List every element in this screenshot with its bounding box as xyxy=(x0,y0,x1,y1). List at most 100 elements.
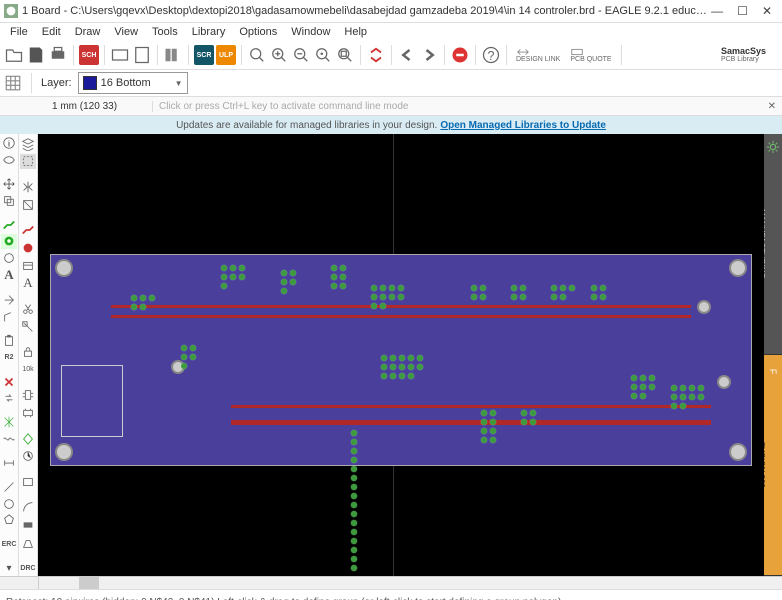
show-tool[interactable] xyxy=(1,153,17,168)
add-tool[interactable] xyxy=(20,388,36,404)
slice-tool[interactable] xyxy=(20,319,36,335)
miter-tool[interactable] xyxy=(1,309,17,324)
ulp-button[interactable]: ULP xyxy=(216,45,236,65)
zoom-fit-button[interactable] xyxy=(247,45,267,65)
hole-tool[interactable] xyxy=(1,251,17,266)
menu-draw[interactable]: Draw xyxy=(69,25,107,39)
erc-tool[interactable]: ERC xyxy=(1,537,17,552)
command-input[interactable]: Click or press Ctrl+L key to activate co… xyxy=(153,101,762,112)
sheet-button[interactable] xyxy=(132,45,152,65)
pcb-quote-button[interactable]: PCB QUOTE xyxy=(566,48,615,63)
circle-tool[interactable] xyxy=(1,497,17,512)
script-button[interactable]: SCR xyxy=(194,45,214,65)
pad xyxy=(351,484,357,490)
mirror-tool[interactable] xyxy=(20,179,36,195)
menu-file[interactable]: File xyxy=(4,25,34,39)
layer-select[interactable]: 16 Bottom ▼ xyxy=(78,72,188,94)
notice-text: Updates are available for managed librar… xyxy=(176,120,437,131)
delete-tool[interactable] xyxy=(1,374,17,389)
pad xyxy=(331,265,337,271)
drc-tool[interactable]: DRC xyxy=(20,560,36,576)
menu-options[interactable]: Options xyxy=(233,25,283,39)
meander-tool[interactable] xyxy=(1,432,17,447)
schematic-button[interactable]: SCH xyxy=(79,45,99,65)
menu-help[interactable]: Help xyxy=(338,25,373,39)
svg-text:i: i xyxy=(8,140,10,149)
tab-manufacturing[interactable]: MANUFACTURING xyxy=(764,134,782,355)
route-tool[interactable] xyxy=(1,217,17,232)
minimize-button[interactable]: — xyxy=(711,4,723,18)
open-button[interactable] xyxy=(4,45,24,65)
library-button[interactable] xyxy=(163,45,183,65)
split-tool[interactable] xyxy=(1,293,17,308)
samacsys-button[interactable]: SamacSys PCB Library xyxy=(717,47,770,63)
design-link-button[interactable]: DESIGN LINK xyxy=(512,48,564,63)
pad xyxy=(371,303,377,309)
pad xyxy=(591,285,597,291)
undo-button[interactable] xyxy=(397,45,417,65)
dimension-tool[interactable] xyxy=(1,456,17,471)
help-button[interactable]: ? xyxy=(481,45,501,65)
text-tool[interactable]: A xyxy=(1,267,17,283)
pad xyxy=(408,364,414,370)
optimize-tool[interactable] xyxy=(20,448,36,464)
switch-button[interactable] xyxy=(366,45,386,65)
tab-fusion360[interactable]: F FUSION 360 xyxy=(764,355,782,576)
notice-link[interactable]: Open Managed Libraries to Update xyxy=(440,120,606,131)
replace-tool[interactable] xyxy=(1,391,17,406)
attribute-tool[interactable] xyxy=(20,258,36,274)
text2-tool[interactable]: A xyxy=(20,275,36,291)
menu-view[interactable]: View xyxy=(108,25,144,39)
menu-edit[interactable]: Edit xyxy=(36,25,67,39)
board-canvas[interactable]: /*pads below are decorative approximatio… xyxy=(38,134,764,576)
mark-tool[interactable] xyxy=(20,154,36,170)
redo-button[interactable] xyxy=(419,45,439,65)
horizontal-scrollbar[interactable] xyxy=(0,576,782,589)
arc-tool[interactable] xyxy=(20,500,36,516)
copy-tool[interactable] xyxy=(1,193,17,208)
grid-button[interactable] xyxy=(4,74,22,92)
polygon2-tool[interactable] xyxy=(20,535,36,551)
menu-tools[interactable]: Tools xyxy=(146,25,184,39)
menu-library[interactable]: Library xyxy=(186,25,232,39)
rotate-tool[interactable] xyxy=(20,197,36,213)
smash-tool[interactable] xyxy=(20,405,36,421)
via-tool[interactable] xyxy=(1,234,17,249)
line-tool[interactable] xyxy=(1,480,17,495)
ripup-tool[interactable] xyxy=(20,222,36,238)
board-button[interactable] xyxy=(110,45,130,65)
left-toolbox-1: i A R2 ERC ▾ xyxy=(0,134,19,576)
stop-button[interactable] xyxy=(450,45,470,65)
fanout-tool[interactable] xyxy=(20,431,36,447)
scrollbar-thumb[interactable] xyxy=(79,577,99,589)
dimension2-tool[interactable] xyxy=(20,474,36,490)
print-button[interactable] xyxy=(48,45,68,65)
pad xyxy=(521,419,527,425)
ratsnest-tool[interactable] xyxy=(1,415,17,430)
pad xyxy=(331,274,337,280)
save-button[interactable] xyxy=(26,45,46,65)
paste-tool[interactable] xyxy=(1,334,17,349)
name-tool[interactable]: 10k xyxy=(20,362,36,378)
info-tool[interactable]: i xyxy=(1,136,17,151)
zoom-out-button[interactable] xyxy=(291,45,311,65)
value-tool[interactable]: R2 xyxy=(1,350,17,365)
layers-tool[interactable] xyxy=(20,136,36,152)
pad xyxy=(181,363,187,369)
polygon-tool[interactable] xyxy=(1,513,17,528)
rect-tool[interactable] xyxy=(20,517,36,533)
maximize-button[interactable]: ☐ xyxy=(737,4,748,18)
more-down[interactable]: ▾ xyxy=(1,561,17,576)
menu-window[interactable]: Window xyxy=(285,25,336,39)
close-button[interactable]: ✕ xyxy=(762,4,772,18)
pad xyxy=(221,274,227,280)
command-clear-button[interactable]: ✕ xyxy=(762,101,782,112)
zoom-redraw-button[interactable] xyxy=(313,45,333,65)
lock-tool[interactable] xyxy=(20,344,36,360)
cut-tool[interactable] xyxy=(20,301,36,317)
command-bar: 1 mm (120 33) Click or press Ctrl+L key … xyxy=(0,97,782,116)
signal-tool[interactable] xyxy=(20,240,36,256)
zoom-in-button[interactable] xyxy=(269,45,289,65)
move-tool[interactable] xyxy=(1,177,17,192)
zoom-select-button[interactable] xyxy=(335,45,355,65)
